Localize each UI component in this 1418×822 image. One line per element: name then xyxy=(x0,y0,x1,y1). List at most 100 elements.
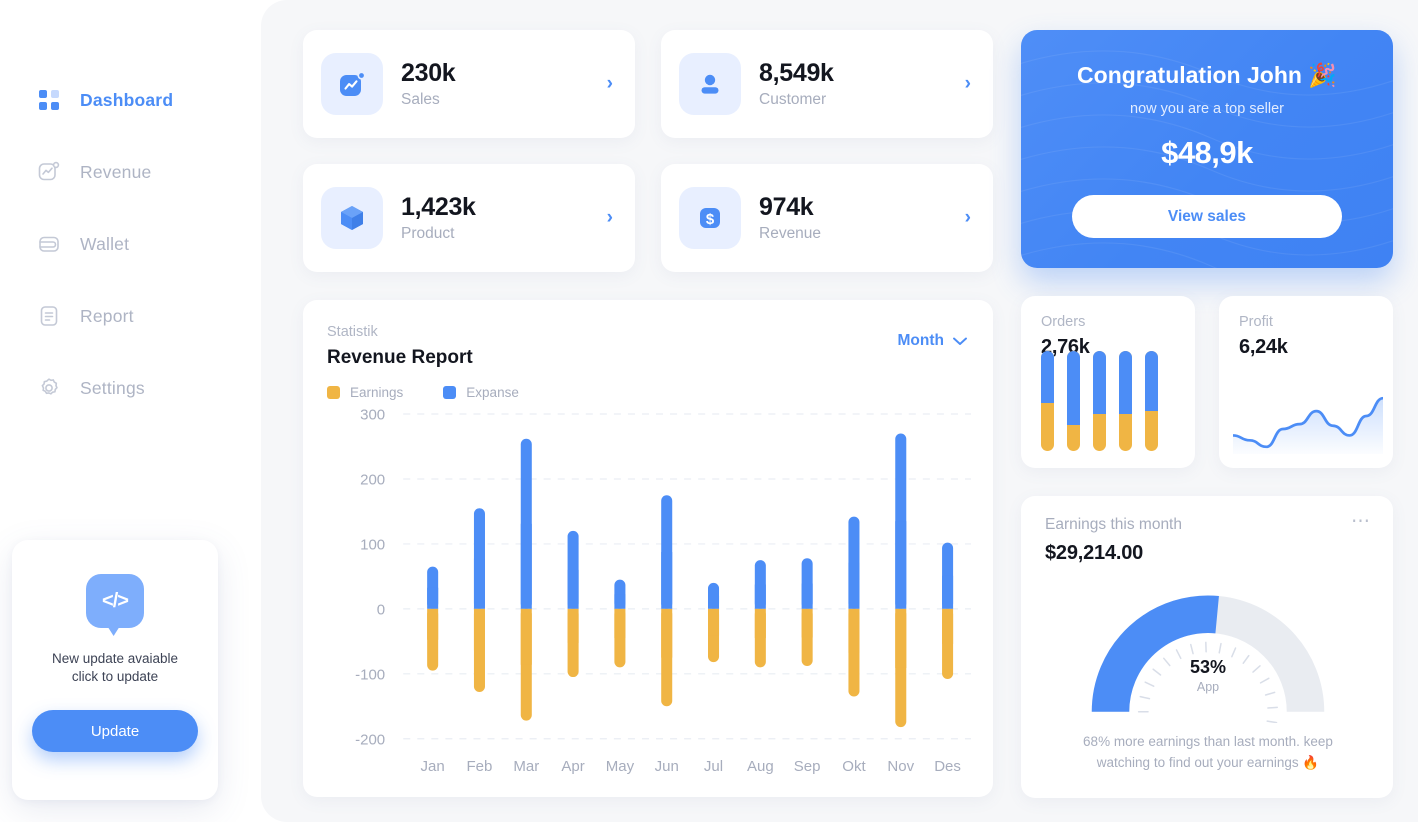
svg-text:-100: -100 xyxy=(355,666,385,683)
sidebar-item-revenue[interactable]: Revenue xyxy=(0,150,261,194)
revenue-bar-chart: 300 200 100 0 -100 -200 Jan Feb Mar Apr May Jun Jul A… xyxy=(327,407,977,785)
chevron-right-icon[interactable]: › xyxy=(965,73,971,95)
stat-label: Product xyxy=(401,225,455,242)
wallet-icon xyxy=(36,231,62,257)
stat-label: Sales xyxy=(401,91,440,108)
svg-text:Jan: Jan xyxy=(421,758,445,775)
trend-chart-icon xyxy=(321,53,383,115)
gear-icon xyxy=(36,375,62,401)
profit-sparkline xyxy=(1233,396,1383,454)
orders-bar xyxy=(1093,351,1106,451)
svg-text:Jul: Jul xyxy=(704,758,723,775)
stat-card-grid: 230k Sales › 8,549k Customer › 1,423k Pr… xyxy=(303,30,993,272)
legend-label: Expanse xyxy=(466,385,519,400)
sidebar-nav: Dashboard Revenue Wallet Report Settings xyxy=(0,0,261,410)
stat-label: Revenue xyxy=(759,225,822,242)
sidebar-item-label: Settings xyxy=(80,377,145,398)
orders-value: 2,76k xyxy=(1041,336,1090,358)
dashboard-app: Dashboard Revenue Wallet Report Settings… xyxy=(0,0,1418,822)
congratulation-amount: $48,9k xyxy=(1161,135,1253,170)
update-card-line1: New update avaiable xyxy=(51,651,179,666)
stat-card-texts: 8,549k Customer xyxy=(759,59,965,109)
report-eyebrow: Statistik xyxy=(327,324,378,340)
svg-text:200: 200 xyxy=(360,471,385,488)
gauge-percent: 53% xyxy=(1189,657,1227,677)
stat-card-sales[interactable]: 230k Sales › xyxy=(303,30,635,138)
dollar-icon: $ xyxy=(679,187,741,249)
svg-text:$: $ xyxy=(706,211,715,228)
sidebar-item-label: Wallet xyxy=(80,233,130,254)
stat-card-texts: 974k Revenue xyxy=(759,193,965,243)
sidebar: Dashboard Revenue Wallet Report Settings… xyxy=(0,0,261,822)
congratulation-subtitle: now you are a top seller xyxy=(1130,101,1284,117)
legend-swatch xyxy=(327,386,340,399)
svg-text:-200: -200 xyxy=(355,731,385,748)
chart-legend: Earnings Expanse xyxy=(327,385,973,400)
stat-value: 230k xyxy=(401,59,456,87)
orders-bar xyxy=(1067,351,1080,451)
more-dots-icon[interactable]: ⋯ xyxy=(1351,512,1371,531)
period-dropdown[interactable]: Month xyxy=(898,332,967,350)
stat-value: 1,423k xyxy=(401,193,476,221)
svg-text:300: 300 xyxy=(360,408,385,424)
chevron-right-icon[interactable]: › xyxy=(607,207,613,229)
stat-label: Customer xyxy=(759,91,827,108)
update-card[interactable]: </> New update avaiable click to update … xyxy=(12,540,218,800)
svg-text:Mar: Mar xyxy=(513,758,539,775)
earnings-footer: 68% more earnings than last month. keep … xyxy=(1045,731,1371,773)
mini-card-row: Orders 2,76k Profit 6,24k xyxy=(1021,296,1393,468)
stat-value: 974k xyxy=(759,193,814,221)
stat-card-customer[interactable]: 8,549k Customer › xyxy=(661,30,993,138)
stat-card-revenue[interactable]: $ 974k Revenue › xyxy=(661,164,993,272)
code-bubble-icon: </> xyxy=(86,574,144,628)
stat-value: 8,549k xyxy=(759,59,834,87)
earnings-label: Earnings this month xyxy=(1045,516,1182,533)
revenue-report-card: Statistik Revenue Report Earnings Expans… xyxy=(303,300,993,797)
main-content: 230k Sales › 8,549k Customer › 1,423k Pr… xyxy=(261,0,1418,822)
congratulation-card: Congratulation John 🎉 now you are a top … xyxy=(1021,30,1393,268)
report-title: Revenue Report xyxy=(327,347,473,368)
dashboard-grid: 230k Sales › 8,549k Customer › 1,423k Pr… xyxy=(303,30,1393,798)
sidebar-item-settings[interactable]: Settings xyxy=(0,366,261,410)
stat-card-texts: 230k Sales xyxy=(401,59,607,109)
orders-bar xyxy=(1145,351,1158,451)
sidebar-item-label: Dashboard xyxy=(80,89,174,110)
legend-swatch xyxy=(443,386,457,399)
earnings-footer-line2: watching to find out your earnings 🔥 xyxy=(1096,755,1320,770)
svg-text:Des: Des xyxy=(934,758,961,775)
left-column: 230k Sales › 8,549k Customer › 1,423k Pr… xyxy=(303,30,993,797)
sidebar-item-wallet[interactable]: Wallet xyxy=(0,222,261,266)
chevron-right-icon[interactable]: › xyxy=(607,73,613,95)
svg-text:Sep: Sep xyxy=(794,758,821,775)
legend-item-expanse: Expanse xyxy=(443,385,519,400)
update-button[interactable]: Update xyxy=(32,710,198,752)
sidebar-item-report[interactable]: Report xyxy=(0,294,261,338)
stat-card-texts: 1,423k Product xyxy=(401,193,607,243)
orders-label: Orders xyxy=(1041,314,1086,330)
svg-text:Apr: Apr xyxy=(561,758,584,775)
sidebar-item-label: Revenue xyxy=(80,161,152,182)
sidebar-item-label: Report xyxy=(80,305,134,326)
code-glyph: </> xyxy=(102,589,129,612)
person-icon xyxy=(679,53,741,115)
earnings-value: $29,214.00 xyxy=(1045,542,1144,564)
sidebar-item-dashboard[interactable]: Dashboard xyxy=(0,78,261,122)
svg-text:May: May xyxy=(606,758,635,775)
svg-text:Jun: Jun xyxy=(655,758,679,775)
profit-value: 6,24k xyxy=(1239,336,1288,358)
chart-line-icon xyxy=(36,159,62,185)
earnings-card: Earnings this month ⋯ $29,214.00 53% App… xyxy=(1021,496,1393,798)
view-sales-button[interactable]: View sales xyxy=(1072,195,1342,238)
orders-bar xyxy=(1041,351,1054,451)
gauge-center-labels: 53% App xyxy=(1045,657,1371,694)
svg-text:Feb: Feb xyxy=(467,758,493,775)
grid-icon xyxy=(36,87,62,113)
profit-card: Profit 6,24k xyxy=(1219,296,1393,468)
document-icon xyxy=(36,303,62,329)
chevron-right-icon[interactable]: › xyxy=(965,207,971,229)
svg-text:Okt: Okt xyxy=(842,758,866,775)
svg-text:Nov: Nov xyxy=(887,758,914,775)
stat-card-product[interactable]: 1,423k Product › xyxy=(303,164,635,272)
congratulation-title: Congratulation John 🎉 xyxy=(1077,62,1337,88)
earnings-header: Earnings this month ⋯ xyxy=(1045,512,1371,534)
